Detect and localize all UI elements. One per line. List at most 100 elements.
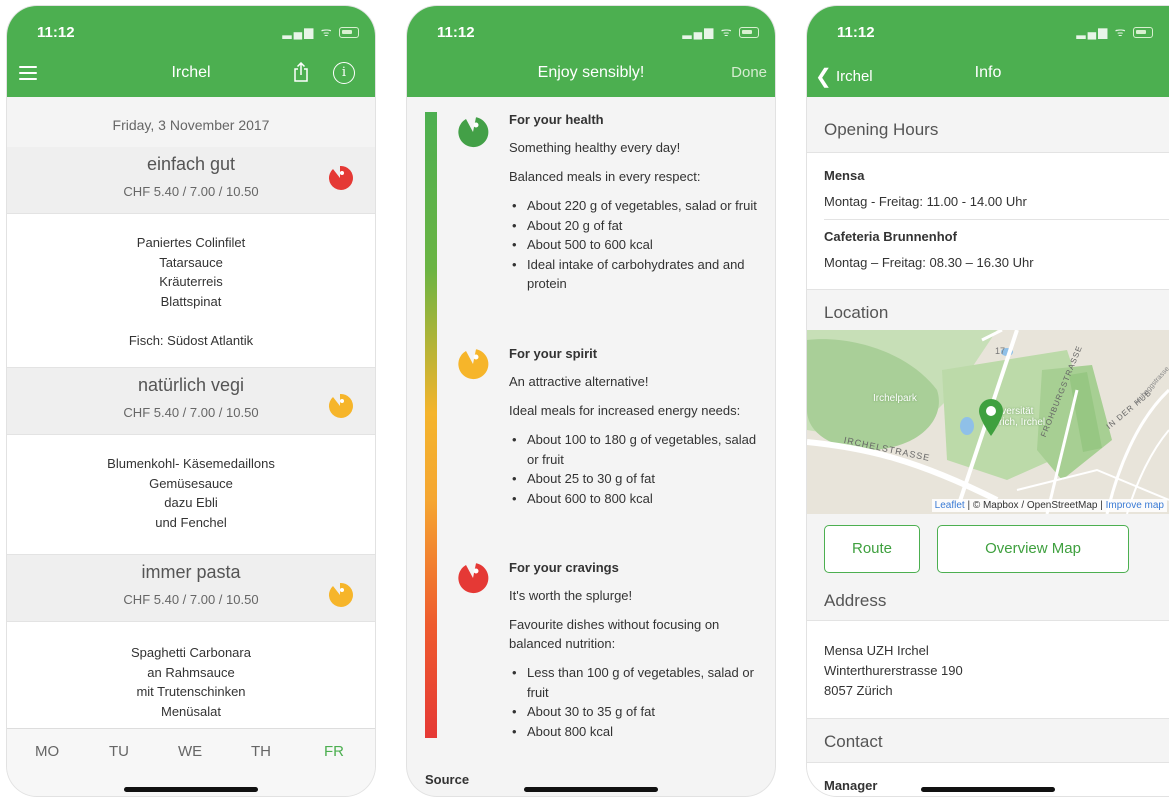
leaflet-link[interactable]: Leaflet [935, 500, 965, 511]
home-indicator[interactable] [124, 787, 258, 792]
address-block: Mensa UZH Irchel Winterthurerstrasse 190… [807, 620, 1169, 719]
section-bullets: Less than 100 g of vegetables, salad or … [509, 663, 765, 741]
section-description: Ideal meals for increased energy needs: [509, 403, 741, 418]
menu-header-natuerlich-vegi[interactable]: natürlich vegi CHF 5.40 / 7.00 / 10.50 [7, 368, 375, 434]
section-tagline: Something healthy every day! [509, 140, 681, 155]
spirit-rating-icon [328, 582, 353, 607]
menu-price: CHF 5.40 / 7.00 / 10.50 [123, 184, 259, 199]
status-time: 11:12 [437, 24, 475, 41]
menu-items-natuerlich-vegi: Blumenkohl- Käsemedaillons Gemüsesauce d… [7, 434, 375, 555]
battery-icon [339, 27, 359, 39]
map-pin-icon[interactable] [977, 397, 1005, 437]
dish-line: Paniertes Colinfilet [136, 235, 246, 250]
nav-title: Enjoy sensibly! [537, 64, 645, 81]
section-title: For your health [509, 112, 604, 127]
cafeteria-label: Cafeteria Brunnenhof [824, 229, 957, 244]
section-cravings: For your cravings It's worth the splurge… [509, 560, 765, 741]
tab-monday[interactable]: MO [35, 743, 59, 760]
map-label-park: Irchelpark [873, 393, 917, 404]
dish-line: Tatarsauce [159, 254, 223, 270]
menu-price: CHF 5.40 / 7.00 / 10.50 [123, 405, 259, 420]
nav-bar: 11:12 ▂▄▆ ᯤ Enjoy sensibly! Done [407, 6, 775, 97]
menu-name: einfach gut [146, 154, 236, 174]
map-attribution: Leaflet | © Mapbox / OpenStreetMap | Imp… [931, 499, 1167, 512]
menu-items-immer-pasta: Spaghetti Carbonara an Rahmsauce mit Tru… [7, 621, 375, 731]
status-time: 11:12 [837, 24, 875, 41]
address-line: 8057 Zürich [824, 683, 893, 698]
dish-line: Blattspinat [160, 293, 222, 309]
section-spirit: For your spirit An attractive alternativ… [509, 346, 765, 508]
rating-gradient-bar [425, 112, 437, 738]
bullet-item: Ideal intake of carbohydrates and and pr… [509, 255, 765, 294]
dish-line: Fisch: Südost Atlantik [128, 332, 254, 348]
bullet-item: About 30 to 35 g of fat [509, 702, 765, 722]
status-icons: ▂▄▆ ᯤ [682, 23, 759, 40]
nav-bar: 11:12 ▂▄▆ ᯤ ❮ Irchel Info [807, 6, 1169, 97]
dish-line [7, 311, 375, 331]
home-indicator[interactable] [524, 787, 658, 792]
tab-wednesday[interactable]: WE [178, 743, 202, 760]
section-tagline: An attractive alternative! [509, 374, 649, 389]
bullet-item: About 220 g of vegetables, salad or frui… [509, 196, 765, 216]
status-icons: ▂▄▆ ᯤ [282, 23, 359, 40]
location-map[interactable]: Irchelpark IRCHELSTRASSE FROHBURGSTRASSE… [807, 330, 1169, 514]
menu-price: CHF 5.40 / 7.00 / 10.50 [123, 592, 259, 607]
bullet-item: About 500 to 600 kcal [509, 235, 765, 255]
bullet-item: About 800 kcal [509, 722, 765, 742]
bullet-item: About 20 g of fat [509, 216, 765, 236]
bullet-item: About 100 to 180 g of vegetables, salad … [509, 430, 765, 469]
dish-line: und Fenchel [155, 514, 227, 530]
info-icon[interactable]: i [333, 62, 355, 84]
section-bullets: About 100 to 180 g of vegetables, salad … [509, 430, 765, 508]
nav-bar: 11:12 ▂▄▆ ᯤ Irchel i [7, 6, 375, 97]
done-button[interactable]: Done [731, 64, 767, 81]
map-label-university-line: rich, Irchel [999, 417, 1046, 428]
cravings-rating-icon [458, 563, 489, 594]
menu-header-einfach-gut[interactable]: einfach gut CHF 5.40 / 7.00 / 10.50 [7, 147, 375, 213]
mensa-hours: Montag - Freitag: 11.00 - 14.00 Uhr [824, 194, 1027, 209]
section-bullets: About 220 g of vegetables, salad or frui… [509, 196, 765, 294]
menu-name: natürlich vegi [137, 375, 245, 395]
menu-header-immer-pasta[interactable]: immer pasta CHF 5.40 / 7.00 / 10.50 [7, 555, 375, 621]
bullet-item: About 600 to 800 kcal [509, 489, 765, 509]
tab-friday[interactable]: FR [324, 743, 344, 760]
tab-thursday[interactable]: TH [251, 743, 271, 760]
enjoy-sensibly-screen: 11:12 ▂▄▆ ᯤ Enjoy sensibly! Done For you… [407, 6, 775, 796]
mensa-label: Mensa [824, 168, 865, 183]
address-line: Winterthurerstrasse 190 [824, 663, 963, 678]
dish-line: Gemüsesauce [149, 475, 233, 491]
section-description: Favourite dishes without focusing on bal… [509, 617, 720, 651]
menu-screen: 11:12 ▂▄▆ ᯤ Irchel i Friday, 3 November … [7, 6, 375, 796]
improve-map-link[interactable]: Improve map [1106, 500, 1164, 511]
weekday-tabbar: MO TU WE TH FR [7, 728, 375, 796]
nav-title: Info [974, 64, 1002, 81]
share-icon[interactable] [291, 62, 311, 82]
bullet-item: About 25 to 30 g of fat [509, 469, 765, 489]
location-heading: Location [824, 303, 889, 322]
spirit-rating-icon [328, 393, 353, 418]
opening-hours-block: Mensa Montag - Freitag: 11.00 - 14.00 Uh… [807, 152, 1169, 290]
overview-map-button[interactable]: Overview Map [937, 525, 1129, 573]
divider [824, 219, 1169, 220]
menu-date: Friday, 3 November 2017 [112, 117, 270, 133]
section-health: For your health Something healthy every … [509, 112, 765, 294]
opening-hours-heading: Opening Hours [824, 120, 939, 139]
dish-line: Spaghetti Carbonara [131, 645, 251, 660]
tab-tuesday[interactable]: TU [109, 743, 129, 760]
dish-line: Kräuterreis [159, 274, 223, 289]
section-description: Balanced meals in every respect: [509, 169, 701, 184]
battery-icon [739, 27, 759, 39]
info-screen: 11:12 ▂▄▆ ᯤ ❮ Irchel Info Opening Hours … [807, 6, 1169, 796]
status-icons: ▂▄▆ ᯤ [1076, 23, 1153, 40]
route-button[interactable]: Route [824, 525, 920, 573]
health-rating-icon [458, 117, 489, 148]
status-time: 11:12 [37, 24, 75, 41]
dish-line: an Rahmsauce [147, 664, 235, 680]
contact-heading: Contact [824, 732, 883, 751]
cravings-rating-icon [328, 165, 353, 190]
map-label-university: iversität rich, Irchel [999, 406, 1045, 428]
home-indicator[interactable] [921, 787, 1055, 792]
menu-name: immer pasta [141, 562, 241, 582]
dish-line: mit Trutenschinken [136, 684, 246, 699]
map-label-road-number: 17 [995, 346, 1006, 356]
